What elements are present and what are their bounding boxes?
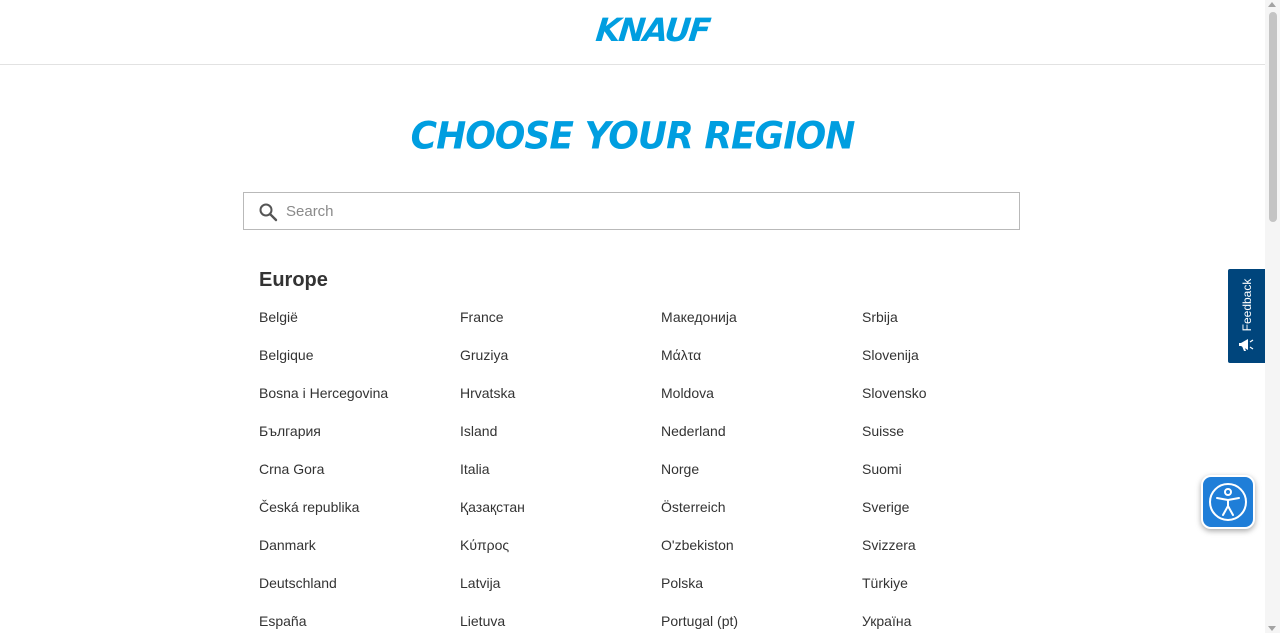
top-header: KNAUF bbox=[0, 0, 1265, 65]
country-link[interactable]: Srbija bbox=[862, 308, 1063, 346]
page-title: CHOOSE YOUR REGION bbox=[410, 114, 856, 158]
country-link[interactable]: Island bbox=[460, 422, 661, 460]
country-list: België France Македонија Srbija Belgique Gruz… bbox=[259, 308, 1079, 633]
country-link[interactable]: Polska bbox=[661, 574, 862, 612]
country-link[interactable]: Κύπρος bbox=[460, 536, 661, 574]
country-link[interactable]: Deutschland bbox=[259, 574, 460, 612]
country-link[interactable]: Italia bbox=[460, 460, 661, 498]
country-link[interactable]: Bosna i Hercegovina bbox=[259, 384, 460, 422]
country-link[interactable]: O'zbekiston bbox=[661, 536, 862, 574]
region-heading-europe: Europe bbox=[259, 269, 328, 291]
country-link[interactable]: Gruziya bbox=[460, 346, 661, 384]
scroll-up-arrow-icon[interactable] bbox=[1268, 2, 1276, 7]
country-link[interactable]: Suisse bbox=[862, 422, 1063, 460]
accessibility-button[interactable] bbox=[1201, 475, 1255, 529]
country-link[interactable]: Қазақстан bbox=[460, 498, 661, 536]
country-link[interactable]: Moldova bbox=[661, 384, 862, 422]
country-link[interactable]: Crna Gora bbox=[259, 460, 460, 498]
country-link[interactable]: Slovensko bbox=[862, 384, 1063, 422]
country-link[interactable]: Suomi bbox=[862, 460, 1063, 498]
country-link[interactable]: Portugal (pt) bbox=[661, 612, 862, 633]
feedback-tab[interactable]: Feedback bbox=[1228, 269, 1265, 363]
country-link[interactable]: Sverige bbox=[862, 498, 1063, 536]
page: KNAUF CHOOSE YOUR REGION Europe BelgiëFr… bbox=[0, 0, 1280, 633]
scrollbar-thumb[interactable] bbox=[1269, 12, 1277, 222]
search-input[interactable] bbox=[286, 193, 1006, 229]
megaphone-icon bbox=[1239, 339, 1254, 351]
country-link[interactable]: Nederland bbox=[661, 422, 862, 460]
country-link[interactable]: Latvija bbox=[460, 574, 661, 612]
scroll-down-arrow-icon[interactable] bbox=[1268, 626, 1276, 631]
page-scrollbar[interactable] bbox=[1265, 0, 1280, 633]
country-link[interactable]: Belgique bbox=[259, 346, 460, 384]
country-link[interactable]: Україна bbox=[862, 612, 1063, 633]
country-link[interactable]: Μάλτα bbox=[661, 346, 862, 384]
feedback-label: Feedback bbox=[1239, 278, 1254, 332]
country-link[interactable]: България bbox=[259, 422, 460, 460]
search-icon bbox=[259, 203, 278, 222]
search-box[interactable] bbox=[243, 192, 1020, 230]
country-link[interactable]: Lietuva bbox=[460, 612, 661, 633]
country-link[interactable]: Danmark bbox=[259, 536, 460, 574]
country-link[interactable]: Österreich bbox=[661, 498, 862, 536]
knauf-logo[interactable]: KNAUF bbox=[594, 10, 711, 50]
country-link[interactable]: España bbox=[259, 612, 460, 633]
accessibility-icon bbox=[1209, 483, 1247, 521]
country-link[interactable]: België bbox=[259, 308, 460, 346]
country-link[interactable]: France bbox=[460, 308, 661, 346]
country-link[interactable]: Hrvatska bbox=[460, 384, 661, 422]
country-link[interactable]: Slovenija bbox=[862, 346, 1063, 384]
country-link[interactable]: Македонија bbox=[661, 308, 862, 346]
country-link[interactable]: Norge bbox=[661, 460, 862, 498]
country-link[interactable]: Svizzera bbox=[862, 536, 1063, 574]
country-link[interactable]: Česká republika bbox=[259, 498, 460, 536]
country-link[interactable]: Türkiye bbox=[862, 574, 1063, 612]
